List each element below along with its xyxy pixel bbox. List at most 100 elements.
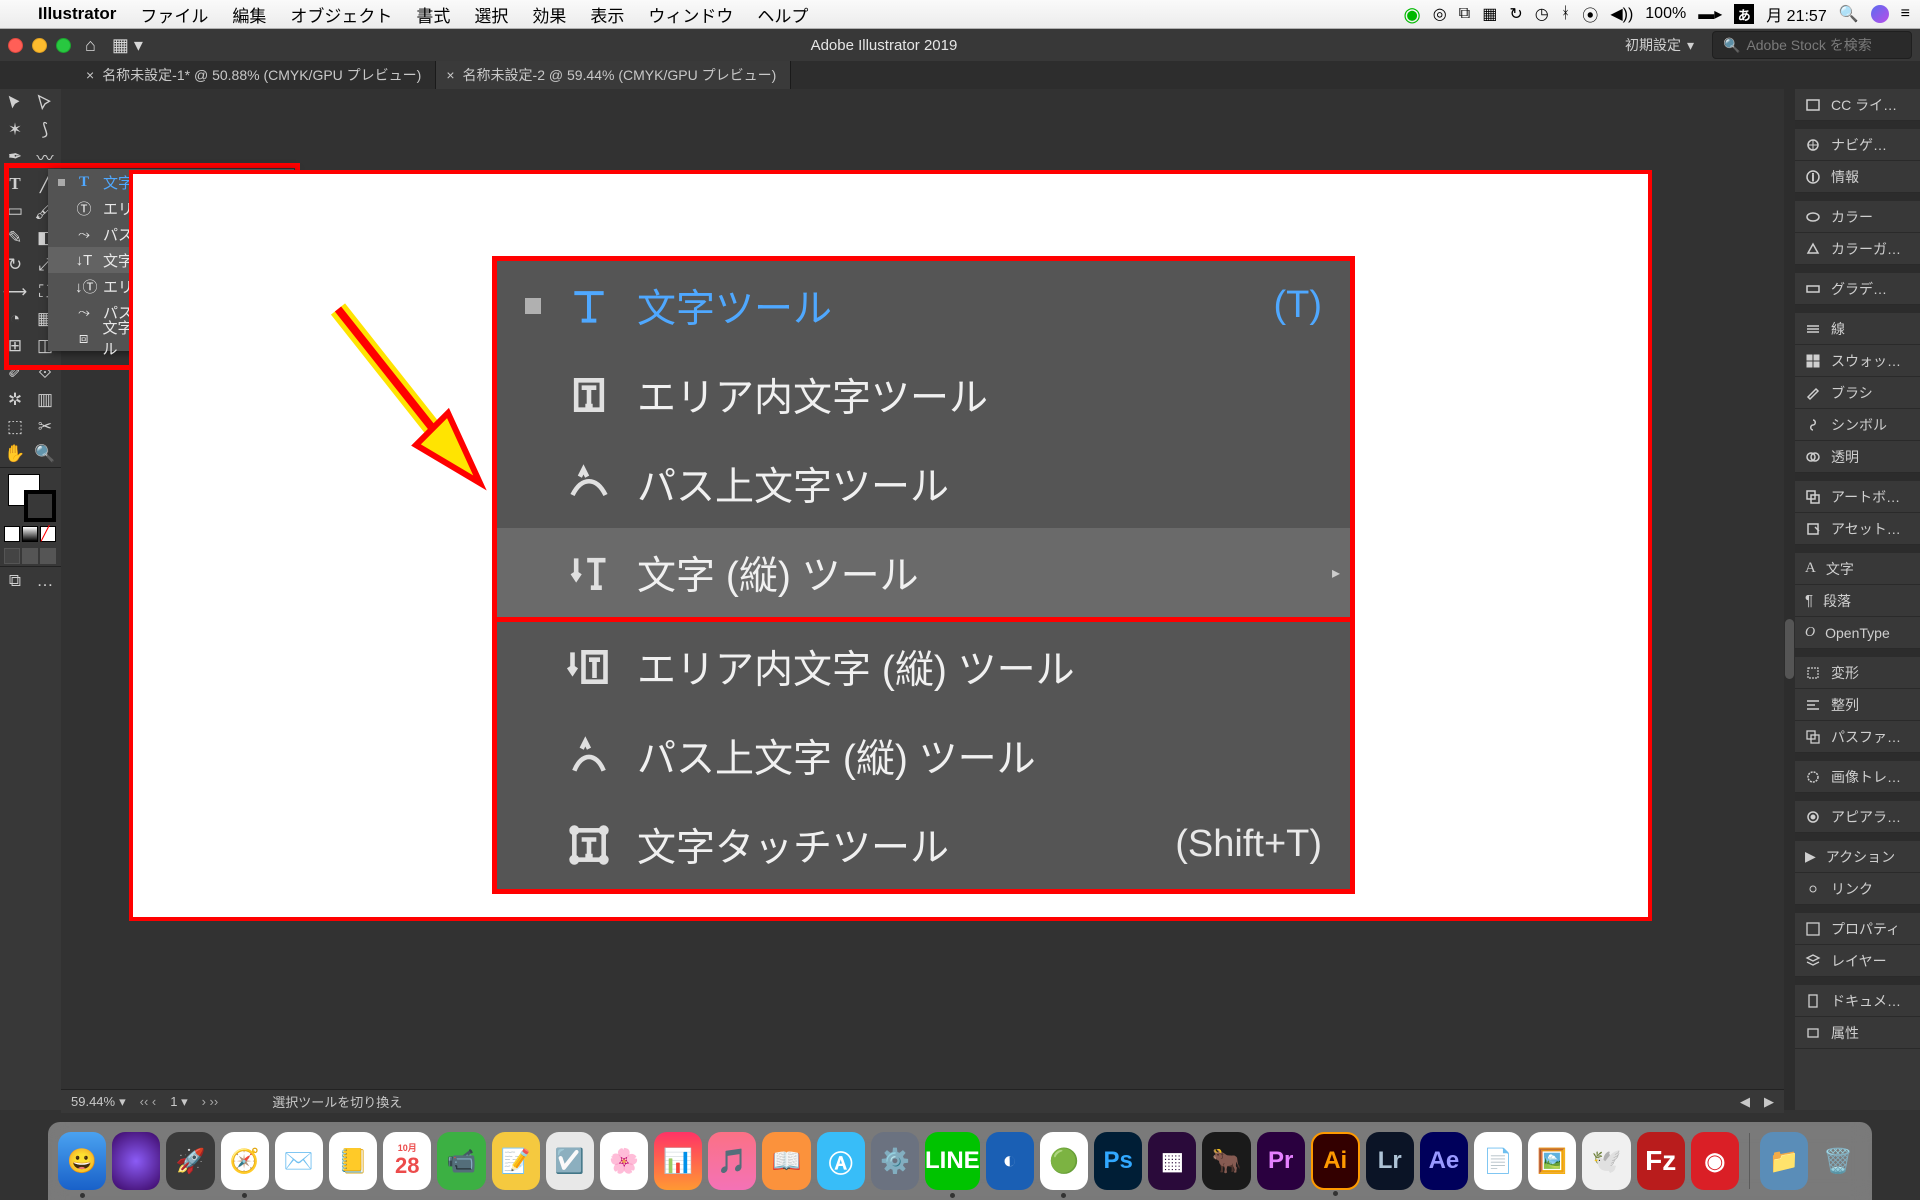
dock-photoshop[interactable]: Ps — [1094, 1132, 1142, 1190]
panel-stroke[interactable]: 線 — [1795, 313, 1920, 345]
gradient-swatch[interactable] — [22, 526, 38, 542]
draw-normal[interactable] — [4, 548, 20, 564]
dock-chrome[interactable]: 🟢 — [1040, 1132, 1088, 1190]
menubar-clock[interactable]: 月 21:57 — [1766, 2, 1827, 26]
artboard-nav-next[interactable]: › ›› — [202, 1094, 219, 1109]
panel-cc-libraries[interactable]: CC ライ… — [1795, 89, 1920, 121]
panel-attributes[interactable]: 属性 — [1795, 1017, 1920, 1049]
dock-music[interactable]: 🎵 — [708, 1132, 756, 1190]
scrollbar-arrow-icon[interactable]: ◀ — [1740, 1094, 1750, 1110]
dropbox-icon[interactable]: ⧉ — [1459, 5, 1470, 23]
flyout-item-touch-type[interactable]: 文字タッチツール (Shift+T) — [497, 800, 1350, 889]
draw-behind[interactable] — [22, 548, 38, 564]
dock-filezilla[interactable]: Fz — [1637, 1132, 1685, 1190]
panel-collapse-bar[interactable] — [1784, 89, 1795, 1110]
time-machine-icon[interactable]: ↻ — [1509, 4, 1522, 24]
artboard-nav-prev[interactable]: ‹‹ ‹ — [140, 1094, 157, 1109]
draw-inside[interactable] — [40, 548, 56, 564]
panel-color[interactable]: カラー — [1795, 201, 1920, 233]
dock-keynote[interactable]: 📊 — [654, 1132, 702, 1190]
rectangle-tool[interactable]: ▭ — [0, 197, 30, 224]
menu-type[interactable]: 書式 — [404, 2, 462, 27]
column-graph-tool[interactable]: ▥ — [30, 386, 60, 413]
panel-character[interactable]: A文字 — [1795, 553, 1920, 585]
artboard-number[interactable]: 1 ▾ — [170, 1094, 187, 1110]
panel-document-info[interactable]: ドキュメ… — [1795, 985, 1920, 1017]
panel-symbols[interactable]: シンボル — [1795, 409, 1920, 441]
flyout-item-area-type[interactable]: エリア内文字ツール — [497, 350, 1350, 439]
panel-artboards[interactable]: アートボ… — [1795, 481, 1920, 513]
stroke-color[interactable] — [24, 490, 56, 522]
notification-center-icon[interactable]: ≡ — [1901, 5, 1910, 23]
document-tab[interactable]: × 名称未設定-1* @ 50.88% (CMYK/GPU プレビュー) — [76, 61, 436, 89]
none-swatch[interactable]: ╱ — [40, 526, 56, 542]
shaper-tool[interactable]: ✎ — [0, 224, 30, 251]
panel-gradient[interactable]: グラデ… — [1795, 273, 1920, 305]
flyout-item-type-tool[interactable]: 文字ツール (T) — [497, 261, 1350, 350]
dock-app2[interactable]: ▦ — [1148, 1132, 1196, 1190]
panel-layers[interactable]: レイヤー — [1795, 945, 1920, 977]
scrollbar-thumb[interactable] — [1785, 619, 1794, 679]
magic-wand-tool[interactable]: ✶ — [0, 116, 30, 143]
close-tab-icon[interactable]: × — [446, 67, 454, 83]
panel-properties[interactable]: プロパティ — [1795, 913, 1920, 945]
slice-tool[interactable]: ✂ — [30, 413, 60, 440]
dock-preferences[interactable]: ⚙️ — [871, 1132, 919, 1190]
dock-textedit[interactable]: 📄 — [1474, 1132, 1522, 1190]
dock-lightroom[interactable]: Lr — [1366, 1132, 1414, 1190]
dock-app1[interactable]: ◐ — [986, 1132, 1034, 1190]
panel-info[interactable]: i情報 — [1795, 161, 1920, 193]
scrollbar-arrow-icon[interactable]: ▶ — [1764, 1094, 1774, 1110]
menu-view[interactable]: 表示 — [578, 2, 636, 27]
dock-reminders[interactable]: ☑️ — [546, 1132, 594, 1190]
panel-swatches[interactable]: スウォッ… — [1795, 345, 1920, 377]
dock-finder[interactable]: 😀 — [58, 1132, 106, 1190]
dock-photos[interactable]: 🌸 — [600, 1132, 648, 1190]
dock-calendar[interactable]: 10月28 — [383, 1132, 431, 1190]
input-source-icon[interactable]: あ — [1734, 4, 1754, 24]
panel-image-trace[interactable]: 画像トレ… — [1795, 761, 1920, 793]
panel-align[interactable]: 整列 — [1795, 689, 1920, 721]
panel-pathfinder[interactable]: パスファ… — [1795, 721, 1920, 753]
menu-help[interactable]: ヘルプ — [745, 2, 820, 27]
rotate-tool[interactable]: ↻ — [0, 251, 30, 278]
arrange-documents-icon[interactable]: ▦ ▾ — [112, 35, 143, 56]
dock-folder[interactable]: 📁 — [1760, 1132, 1808, 1190]
menu-effect[interactable]: 効果 — [520, 2, 578, 27]
direct-selection-tool[interactable] — [30, 89, 60, 116]
volume-icon[interactable]: ◀)) — [1610, 4, 1633, 24]
dock-contacts[interactable]: 📒 — [329, 1132, 377, 1190]
dock-siri[interactable] — [112, 1132, 160, 1190]
minimize-window-button[interactable] — [32, 38, 47, 53]
dock-safari[interactable]: 🧭 — [221, 1132, 269, 1190]
dock-trash[interactable]: 🗑️ — [1814, 1132, 1862, 1190]
color-swatch[interactable] — [4, 526, 20, 542]
bluetooth-icon[interactable]: ᚼ — [1561, 5, 1571, 23]
panel-navigator[interactable]: ナビゲ… — [1795, 129, 1920, 161]
wifi-icon[interactable]: ⦿ — [1582, 2, 1598, 26]
dock-aftereffects[interactable]: Ae — [1420, 1132, 1468, 1190]
dock-app3[interactable]: 🐂 — [1202, 1132, 1250, 1190]
artboard-tool[interactable]: ⬚ — [0, 413, 30, 440]
blend-tool[interactable]: ⟐ — [30, 359, 60, 386]
symbol-sprayer-tool[interactable]: ✲ — [0, 386, 30, 413]
panel-actions[interactable]: ▶アクション — [1795, 841, 1920, 873]
menu-object[interactable]: オブジェクト — [278, 2, 404, 27]
eyedropper-tool[interactable]: ✐ — [0, 359, 30, 386]
dock-preview[interactable]: 🖼️ — [1528, 1132, 1576, 1190]
width-tool[interactable]: ⟷ — [0, 278, 30, 305]
zoom-tool[interactable]: 🔍 — [30, 440, 60, 467]
panel-transform[interactable]: 変形 — [1795, 657, 1920, 689]
dock-ibooks[interactable]: 📖 — [762, 1132, 810, 1190]
menu-edit[interactable]: 編集 — [220, 2, 278, 27]
lasso-tool[interactable]: ⟆ — [30, 116, 60, 143]
clock-icon[interactable]: ◷ — [1535, 4, 1549, 24]
siri-icon[interactable] — [1871, 5, 1889, 23]
curvature-tool[interactable]: 〰 — [30, 143, 60, 170]
spotlight-icon[interactable]: 🔍 — [1839, 4, 1859, 24]
panel-paragraph[interactable]: ¶段落 — [1795, 585, 1920, 617]
pen-tool[interactable]: ✒ — [0, 143, 30, 170]
dock-premiere[interactable]: Pr — [1257, 1132, 1305, 1190]
dock-appstore[interactable]: Ⓐ — [817, 1132, 865, 1190]
dock-mail2[interactable]: 🕊️ — [1582, 1132, 1630, 1190]
